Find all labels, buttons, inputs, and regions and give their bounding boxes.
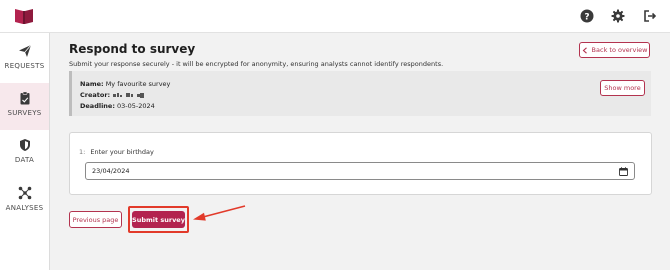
page-title: Respond to survey <box>69 42 196 56</box>
annotation-arrow-icon <box>193 205 246 221</box>
sidebar-item-label: DATA <box>14 156 35 164</box>
paper-plane-icon <box>18 44 31 57</box>
birthday-date-value: 23/04/2024 <box>92 167 130 175</box>
page-subtitle: Submit your response securely - it will … <box>69 60 444 68</box>
creator-redacted-icon <box>113 92 145 98</box>
clipboard-icon <box>20 91 29 105</box>
help-icon[interactable]: ? <box>580 9 594 23</box>
survey-creator-row: Creator: <box>80 91 146 99</box>
submit-survey-button[interactable]: Submit survey <box>132 211 185 228</box>
survey-info-card: Name: My favourite survey Creator: Deadl… <box>69 71 651 116</box>
logout-icon[interactable] <box>643 9 657 23</box>
book-logo-icon[interactable] <box>14 7 34 25</box>
sidebar-item-requests[interactable]: REQUESTS <box>0 36 49 83</box>
question-label: Enter your birthday <box>90 148 154 156</box>
back-to-overview-label: Back to overview <box>591 46 648 54</box>
question-label-row: 1: Enter your birthday <box>79 148 154 156</box>
survey-deadline-label: Deadline: <box>80 102 115 110</box>
question-number: 1: <box>79 148 86 156</box>
gear-icon[interactable] <box>611 9 625 23</box>
shield-icon <box>19 139 30 151</box>
chevron-left-icon <box>582 46 587 54</box>
survey-deadline-value: 03-05-2024 <box>117 102 155 110</box>
survey-name-value: My favourite survey <box>105 80 171 88</box>
svg-text:?: ? <box>584 13 589 23</box>
question-card: 1: Enter your birthday 23/04/2024 <box>69 132 652 195</box>
back-to-overview-button[interactable]: Back to overview <box>579 42 650 58</box>
sidebar-item-analyses[interactable]: ANALYSES <box>0 178 49 225</box>
birthday-date-input[interactable]: 23/04/2024 <box>85 162 635 180</box>
calendar-icon[interactable] <box>619 167 628 176</box>
sidebar-item-label: ANALYSES <box>5 204 44 212</box>
main-content: Respond to survey Submit your response s… <box>50 33 670 270</box>
sidebar-item-surveys[interactable]: SURVEYS <box>0 83 49 130</box>
sidebar-item-data[interactable]: DATA <box>0 130 49 177</box>
survey-name-row: Name: My favourite survey <box>80 80 170 88</box>
sidebar: REQUESTS SURVEYS DATA ANALYSES <box>0 33 50 270</box>
sidebar-item-label: REQUESTS <box>4 62 45 70</box>
survey-deadline-row: Deadline: 03-05-2024 <box>80 102 155 110</box>
survey-creator-label: Creator: <box>80 91 111 99</box>
top-bar: ? <box>0 0 670 33</box>
survey-name-label: Name: <box>80 80 104 88</box>
network-icon <box>18 186 31 200</box>
show-more-button[interactable]: Show more <box>600 80 645 96</box>
previous-page-button[interactable]: Previous page <box>69 211 122 228</box>
sidebar-item-label: SURVEYS <box>7 109 42 117</box>
